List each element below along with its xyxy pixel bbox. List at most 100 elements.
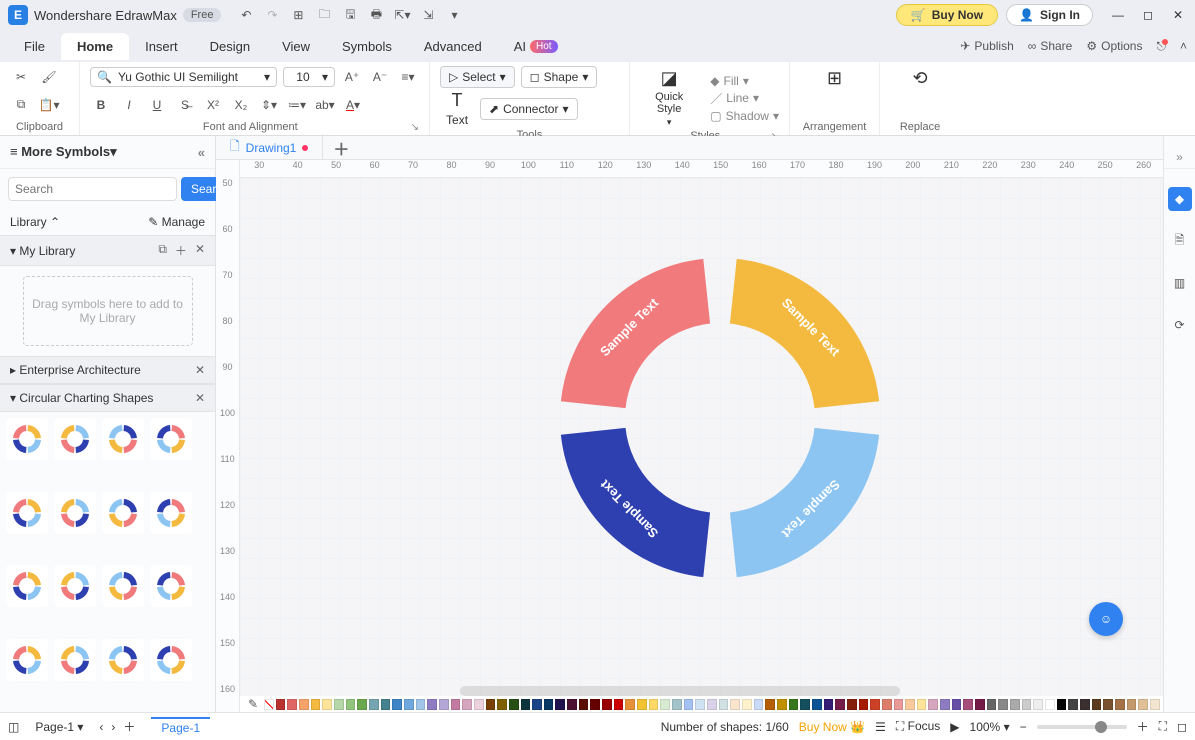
color-swatch[interactable] xyxy=(777,699,787,710)
import-icon[interactable]: ⇲ xyxy=(419,6,437,24)
shape-thumbnail[interactable] xyxy=(102,639,144,681)
color-swatch[interactable] xyxy=(555,699,565,710)
zoom-level[interactable]: 100% ▾ xyxy=(970,720,1010,734)
manage-library[interactable]: ✎ Manage xyxy=(148,215,205,229)
color-swatch[interactable] xyxy=(719,699,729,710)
replace-button[interactable]: ⟲ xyxy=(906,66,933,91)
comment-panel-icon[interactable]: ▥ xyxy=(1168,271,1192,295)
color-swatch[interactable] xyxy=(998,699,1008,710)
prev-page-icon[interactable]: ‹ xyxy=(99,720,103,734)
save-icon[interactable]: 🖫 xyxy=(341,6,359,24)
color-swatch[interactable] xyxy=(1127,699,1137,710)
buy-now-button[interactable]: 🛒Buy Now xyxy=(896,4,998,26)
color-swatch[interactable] xyxy=(521,699,531,710)
maximize-icon[interactable]: ◻ xyxy=(1139,6,1157,24)
strike-icon[interactable]: S̶ xyxy=(174,94,196,116)
color-swatch[interactable] xyxy=(672,699,682,710)
page-layout-icon[interactable]: ◫ xyxy=(8,720,19,734)
shape-thumbnail[interactable] xyxy=(54,418,96,460)
publish-button[interactable]: ✈ Publish xyxy=(960,39,1013,53)
qat-more-icon[interactable]: ▾ xyxy=(445,6,463,24)
color-swatch[interactable] xyxy=(1022,699,1032,710)
shadow-menu[interactable]: ▢ Shadow ▾ xyxy=(710,109,779,123)
color-swatch[interactable] xyxy=(322,699,332,710)
page-tab[interactable]: Page-1 xyxy=(151,717,210,737)
color-swatch[interactable] xyxy=(474,699,484,710)
shape-thumbnail[interactable] xyxy=(6,565,48,607)
text-tool[interactable]: TText xyxy=(440,88,474,129)
redo-icon[interactable]: ↷ xyxy=(263,6,281,24)
shape-tool[interactable]: ◻ Shape ▾ xyxy=(521,66,598,88)
arrangement-button[interactable]: ⊞ xyxy=(821,66,848,91)
color-swatch[interactable] xyxy=(357,699,367,710)
color-swatch[interactable] xyxy=(276,699,286,710)
next-page-icon[interactable]: › xyxy=(111,720,115,734)
mylib-close-icon[interactable]: ✕ xyxy=(195,242,205,259)
fill-menu[interactable]: ◆ Fill ▾ xyxy=(710,74,779,88)
line-spacing-icon[interactable]: ⇕▾ xyxy=(258,94,280,116)
shape-thumbnail[interactable] xyxy=(150,565,192,607)
shape-thumbnail[interactable] xyxy=(6,492,48,534)
font-name-select[interactable]: 🔍Yu Gothic UI Semilight▾ xyxy=(90,67,277,87)
color-swatch[interactable] xyxy=(451,699,461,710)
color-swatch[interactable] xyxy=(462,699,472,710)
color-swatch[interactable] xyxy=(427,699,437,710)
close-icon[interactable]: ✕ xyxy=(1169,6,1187,24)
library-toggle[interactable]: Library ⌃ xyxy=(10,215,60,229)
buy-link[interactable]: Buy Now 👑 xyxy=(799,720,865,734)
color-swatch[interactable] xyxy=(660,699,670,710)
color-swatch[interactable] xyxy=(917,699,927,710)
shape-thumbnail[interactable] xyxy=(54,492,96,534)
focus-button[interactable]: ⛶ Focus xyxy=(896,719,940,734)
paste-icon[interactable]: 📋▾ xyxy=(38,94,60,116)
shape-thumbnail[interactable] xyxy=(54,639,96,681)
eyedropper-icon[interactable]: ✎ xyxy=(244,697,262,711)
layers-icon[interactable]: ☰ xyxy=(875,720,886,734)
zoom-in-icon[interactable]: ＋ xyxy=(1137,718,1149,735)
presentation-icon[interactable]: ▶ xyxy=(950,720,959,734)
color-swatch[interactable] xyxy=(486,699,496,710)
shape-thumbnail[interactable] xyxy=(150,639,192,681)
shape-thumbnail[interactable] xyxy=(150,492,192,534)
color-swatch[interactable] xyxy=(1080,699,1090,710)
color-swatch[interactable] xyxy=(404,699,414,710)
zoom-slider[interactable] xyxy=(1037,725,1127,729)
shape-thumbnail[interactable] xyxy=(150,418,192,460)
color-swatch[interactable] xyxy=(882,699,892,710)
increase-font-icon[interactable]: A⁺ xyxy=(341,66,363,88)
text-case-icon[interactable]: ab▾ xyxy=(314,94,336,116)
color-swatch[interactable] xyxy=(1092,699,1102,710)
shape-thumbnail[interactable] xyxy=(6,639,48,681)
canvas[interactable]: Sample TextSample TextSample TextSample … xyxy=(240,178,1163,696)
align-menu-icon[interactable]: ≡▾ xyxy=(397,66,419,88)
color-swatch[interactable] xyxy=(334,699,344,710)
color-swatch[interactable] xyxy=(602,699,612,710)
zoom-out-icon[interactable]: − xyxy=(1020,720,1027,734)
new-icon[interactable]: ⊞ xyxy=(289,6,307,24)
color-swatch[interactable] xyxy=(824,699,834,710)
color-swatch[interactable] xyxy=(497,699,507,710)
color-swatch[interactable] xyxy=(579,699,589,710)
tab-symbols[interactable]: Symbols xyxy=(326,33,408,60)
superscript-icon[interactable]: X² xyxy=(202,94,224,116)
color-swatch[interactable] xyxy=(1103,699,1113,710)
tab-advanced[interactable]: Advanced xyxy=(408,33,498,60)
open-icon[interactable]: 🗀 xyxy=(315,6,333,24)
shape-thumbnail[interactable] xyxy=(102,418,144,460)
copy-icon[interactable]: ⧉ xyxy=(10,94,32,116)
color-swatch[interactable] xyxy=(765,699,775,710)
style-panel-icon[interactable]: ◆ xyxy=(1168,187,1192,211)
color-swatch[interactable] xyxy=(940,699,950,710)
subscript-icon[interactable]: X₂ xyxy=(230,94,252,116)
history-panel-icon[interactable]: ⟳ xyxy=(1168,313,1192,337)
color-swatch[interactable] xyxy=(509,699,519,710)
mylibrary-section[interactable]: ▾ My Library xyxy=(10,244,75,258)
minimize-icon[interactable]: — xyxy=(1109,6,1127,24)
color-swatch[interactable] xyxy=(439,699,449,710)
decrease-font-icon[interactable]: A⁻ xyxy=(369,66,391,88)
cut-icon[interactable]: ✂ xyxy=(10,66,32,88)
bullets-icon[interactable]: ≔▾ xyxy=(286,94,308,116)
color-swatch[interactable] xyxy=(1045,699,1055,710)
page-panel-icon[interactable]: 🗎 xyxy=(1168,229,1192,253)
font-color-icon[interactable]: A▾ xyxy=(342,94,364,116)
